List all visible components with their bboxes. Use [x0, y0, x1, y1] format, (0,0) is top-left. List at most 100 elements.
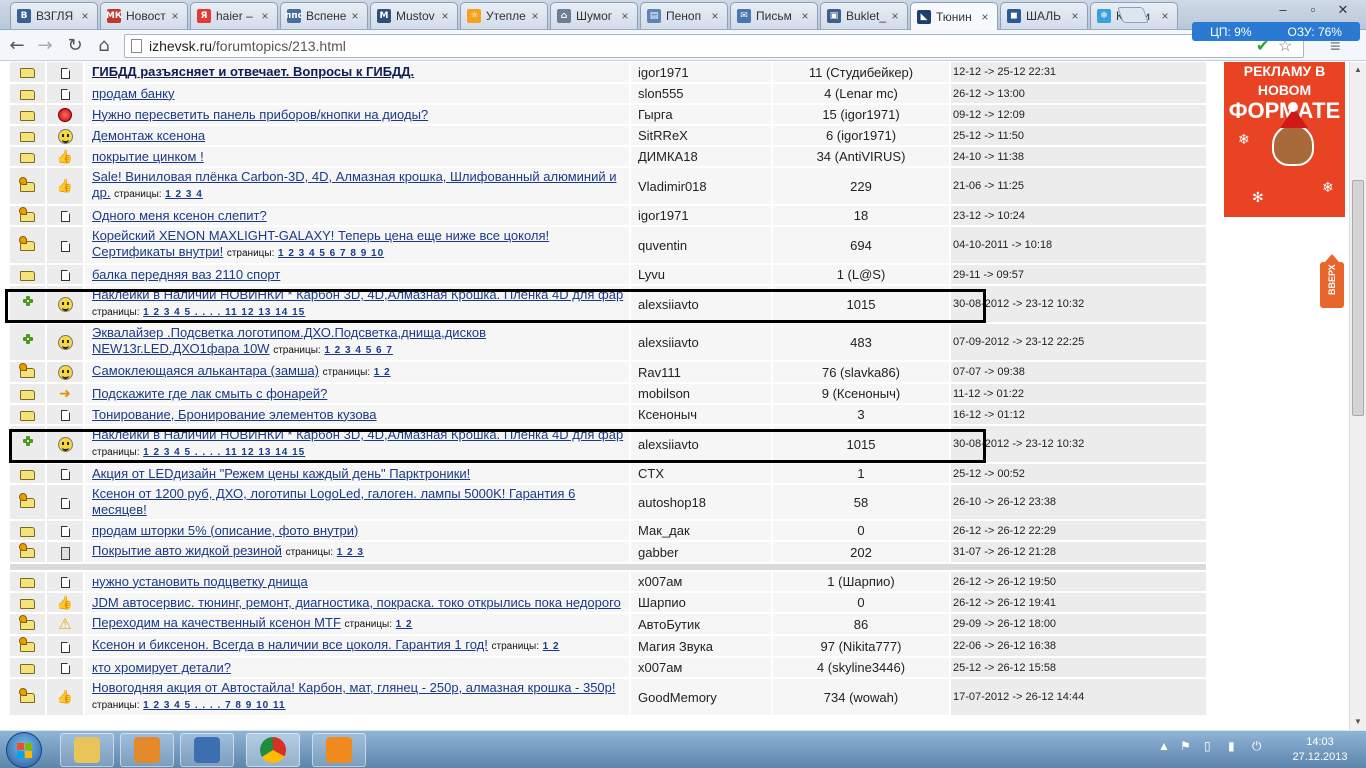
browser-tab[interactable]: M Mustov × — [370, 2, 458, 29]
page-links[interactable]: 1 2 3 4 5 6 7 — [324, 345, 393, 356]
topic-author: Vladimir018 — [630, 167, 773, 206]
taskbar-app-kmplayer[interactable] — [312, 733, 366, 767]
topic-link[interactable]: Ксенон от 1200 руб, ДХО, логотипы LogoLe… — [92, 486, 575, 517]
close-tab-icon[interactable]: × — [439, 9, 451, 23]
topic-link[interactable]: покрытие цинком ! — [92, 149, 204, 164]
taskbar-app-explorer[interactable] — [60, 733, 114, 767]
browser-tab[interactable]: ▣ Buklet_ × — [820, 2, 908, 29]
vertical-scrollbar[interactable]: ▲ ▼ — [1349, 62, 1366, 730]
reload-icon[interactable]: ↻ — [64, 35, 86, 57]
topic-link[interactable]: Тонирование, Бронирование элементов кузо… — [92, 407, 377, 422]
power-icon[interactable]: ⏻ — [1252, 739, 1262, 754]
topic-link[interactable]: кто хромирует детали? — [92, 660, 231, 675]
close-tab-icon[interactable]: × — [349, 9, 361, 23]
topic-link[interactable]: балка передняя ваз 2110 спорт — [92, 267, 280, 282]
browser-tab[interactable]: ☼ Утепле × — [460, 2, 548, 29]
browser-tab[interactable]: ппс Вспене × — [280, 2, 368, 29]
topic-row: ➜ Подскажите где лак смыть с фонарей? mobi… — [10, 383, 1206, 405]
taskbar-app-virtualbox[interactable] — [180, 733, 234, 767]
page-links[interactable]: 1 2 — [543, 641, 560, 652]
browser-tab[interactable]: B ВЗГЛЯ × — [10, 2, 98, 29]
maximize-button[interactable]: ▫ — [1298, 0, 1328, 20]
browser-tab[interactable]: МК Новост × — [100, 2, 188, 29]
folder-icon — [20, 469, 35, 480]
page-links[interactable]: 1 2 — [396, 619, 413, 630]
signal-strength-icon[interactable]: ▮ — [1228, 739, 1235, 753]
topic-date: 25-12 -> 26-12 15:58 — [950, 657, 1206, 679]
close-tab-icon[interactable]: × — [79, 9, 91, 23]
topic-link[interactable]: продам банку — [92, 86, 174, 101]
smiley-icon — [57, 365, 73, 381]
page-links[interactable]: 1 2 3 4 5 6 7 8 9 10 — [278, 248, 384, 259]
browser-tab[interactable]: ✉ Письм × — [730, 2, 818, 29]
folder-icon — [20, 131, 35, 142]
network-flag-icon[interactable]: ⚑ — [1180, 739, 1191, 753]
page-links[interactable]: 1 2 3 4 5 . . . . 7 8 9 10 11 — [143, 700, 285, 711]
topic-link[interactable]: Наклейки в Наличии НОВИНКИ * Карбон 3D, … — [92, 287, 623, 302]
topic-link[interactable]: Переходим на качественный ксенон MTF — [92, 615, 341, 630]
minimize-button[interactable]: – — [1268, 0, 1298, 20]
close-tab-icon[interactable]: × — [619, 9, 631, 23]
close-tab-icon[interactable]: × — [1159, 9, 1171, 23]
topic-link[interactable]: Ксенон и биксенон. Всегда в наличии все … — [92, 637, 488, 652]
start-button[interactable] — [6, 732, 42, 768]
scroll-up-arrow-icon[interactable]: ▲ — [1350, 62, 1366, 78]
topic-link[interactable]: Наклейки в Наличии НОВИНКИ * Карбон 3D, … — [92, 427, 623, 442]
ad-banner[interactable]: РЕКЛАМУ В НОВОМ ФОРМАТЕ ❄ ❄ ✻ — [1224, 62, 1345, 217]
close-tab-icon[interactable]: × — [529, 9, 541, 23]
taskbar-app-chrome[interactable] — [246, 733, 300, 767]
topic-link[interactable]: Покрытие авто жидкой резиной — [92, 543, 282, 558]
topic-author: slon555 — [630, 83, 773, 105]
topic-link[interactable]: Самоклеющаяся алькантара (замша) — [92, 363, 319, 378]
new-tab-button[interactable] — [1117, 7, 1149, 23]
close-tab-icon[interactable]: × — [979, 10, 991, 24]
page-links[interactable]: 1 2 3 4 5 . . . . 11 12 13 14 15 — [143, 307, 305, 318]
topic-link[interactable]: Одного меня ксенон слепит? — [92, 208, 267, 223]
window-controls: – ▫ ✕ — [1268, 0, 1358, 20]
topic-link[interactable]: ГИБДД разъясняет и отвечает. Вопросы к Г… — [92, 64, 414, 79]
scroll-down-arrow-icon[interactable]: ▼ — [1350, 714, 1366, 730]
close-tab-icon[interactable]: × — [889, 9, 901, 23]
topic-status-cell — [10, 484, 47, 521]
topic-link[interactable]: Акция от LEDдизайн "Режем цены каждый де… — [92, 466, 470, 481]
scroll-up-button[interactable]: ВВЕРХ — [1320, 254, 1344, 308]
close-tab-icon[interactable]: × — [169, 9, 181, 23]
home-icon[interactable]: ⌂ — [93, 35, 115, 57]
topic-row: нужно установить подцветку днища x007ам 1 … — [10, 571, 1206, 593]
browser-tab[interactable]: ◣ Тюнин × — [910, 2, 998, 30]
close-window-button[interactable]: ✕ — [1328, 0, 1358, 20]
back-arrow-icon[interactable]: ← — [6, 35, 28, 57]
smiley-icon — [57, 437, 73, 453]
browser-tab[interactable]: Яhaier – × — [190, 2, 278, 29]
forward-arrow-icon[interactable]: → — [34, 35, 56, 57]
close-tab-icon[interactable]: × — [259, 9, 271, 23]
topic-link[interactable]: Новогодняя акция от Автостайла! Карбон, … — [92, 680, 616, 695]
document-icon — [60, 211, 70, 223]
topic-row: продам банку slon555 4 (Lenar mc) 26-12 -> … — [10, 83, 1206, 105]
close-tab-icon[interactable]: × — [709, 9, 721, 23]
close-tab-icon[interactable]: × — [799, 9, 811, 23]
page-links[interactable]: 1 2 3 — [337, 547, 364, 558]
page-links[interactable]: 1 2 3 4 — [165, 189, 203, 200]
page-links[interactable]: 1 2 3 4 5 . . . . 11 12 13 14 15 — [143, 447, 305, 458]
show-hidden-icons[interactable]: ▲ — [1158, 739, 1170, 753]
topic-link[interactable]: Демонтаж ксенона — [92, 128, 205, 143]
topic-link[interactable]: нужно установить подцветку днища — [92, 574, 308, 589]
topic-link[interactable]: продам шторки 5% (описание, фото внутри) — [92, 523, 358, 538]
address-bar[interactable]: izhevsk.ru/forumtopics/213.html — [124, 34, 1304, 58]
close-tab-icon[interactable]: × — [1069, 9, 1081, 23]
browser-tab[interactable]: ▤ Пеноп × — [640, 2, 728, 29]
topic-link[interactable]: JDM автосервис. тюнинг, ремонт, диагност… — [92, 595, 621, 610]
topic-author: x007ам — [630, 571, 773, 593]
scrollbar-thumb[interactable] — [1352, 180, 1364, 416]
beaver-mascot-icon — [1272, 124, 1314, 166]
taskbar-app-media[interactable] — [120, 733, 174, 767]
system-clock[interactable]: 14:03 27.12.2013 — [1288, 735, 1352, 765]
topic-link[interactable]: Подскажите где лак смыть с фонарей? — [92, 386, 327, 401]
topic-link[interactable]: Нужно пересветить панель приборов/кнопки… — [92, 107, 428, 122]
browser-tab[interactable]: ◼ ШАЛЬ × — [1000, 2, 1088, 29]
page-links[interactable]: 1 2 — [374, 367, 391, 378]
usb-device-icon[interactable]: ▯ — [1204, 739, 1211, 753]
topic-row: Нужно пересветить панель приборов/кнопки… — [10, 104, 1206, 126]
browser-tab[interactable]: ⌂ Шумог × — [550, 2, 638, 29]
